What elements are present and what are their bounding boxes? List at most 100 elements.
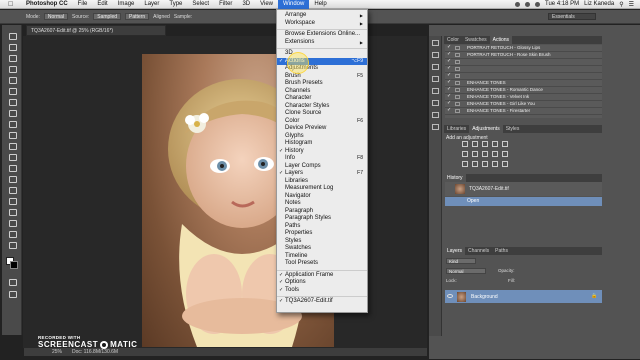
menu-file[interactable]: File (73, 0, 93, 9)
menu-item-tools[interactable]: ✓ Tools (277, 287, 367, 295)
pen-tool-icon[interactable] (7, 185, 17, 194)
curves-icon[interactable] (482, 141, 488, 147)
eraser-tool-icon[interactable] (7, 141, 17, 150)
menu-item-paths[interactable]: Paths (277, 223, 367, 231)
threshold-icon[interactable] (482, 161, 488, 167)
source-sampled-radio[interactable]: Sampled (93, 13, 121, 20)
menu-item-brush-presets[interactable]: Brush Presets (277, 80, 367, 88)
quick-select-tool-icon[interactable] (7, 64, 17, 73)
list-icon[interactable]: ☰ (629, 1, 634, 8)
screen-mode-icon[interactable] (7, 289, 17, 298)
menu-item-brush[interactable]: Brush F5 (277, 73, 367, 81)
posterize-icon[interactable] (472, 161, 478, 167)
menu-item-timeline[interactable]: Timeline (277, 253, 367, 261)
menu-image[interactable]: Image (113, 0, 140, 9)
menu-item-swatches[interactable]: Swatches (277, 245, 367, 253)
list-item[interactable]: ✓ ENHANCE TONES - Velvet Ink (445, 94, 602, 101)
gradient-tool-icon[interactable] (7, 152, 17, 161)
gradient-map-icon[interactable] (492, 161, 498, 167)
panel-icon-8[interactable] (432, 124, 439, 130)
list-item[interactable]: ✓ ENHANCE TONES - Girl Like You (445, 101, 602, 108)
levels-icon[interactable] (472, 141, 478, 147)
menu-type[interactable]: Type (164, 0, 187, 9)
layer-row-background[interactable]: Background 🔒 (445, 290, 602, 303)
menu-item-workspace[interactable]: Workspace ▶ (277, 20, 367, 28)
tab-history[interactable]: History (444, 174, 466, 182)
menu-item-character-styles[interactable]: Character Styles (277, 103, 367, 111)
zoom-tool-icon[interactable] (7, 240, 17, 249)
menu-item-histogram[interactable]: Histogram (277, 140, 367, 148)
menu-item-paragraph[interactable]: Paragraph (277, 208, 367, 216)
list-item[interactable]: ✓ (445, 73, 602, 80)
list-item[interactable]: ✓ ENHANCE TONES - Firestarter (445, 108, 602, 115)
apple-menu-icon[interactable]:  (8, 1, 15, 8)
source-pattern-radio[interactable]: Pattern (125, 13, 150, 20)
menu-help[interactable]: Help (309, 0, 331, 9)
battery-icon[interactable] (535, 1, 541, 7)
menu-item-layer-comps[interactable]: Layer Comps (277, 163, 367, 171)
clone-stamp-tool-icon[interactable] (7, 119, 17, 128)
shape-tool-icon[interactable] (7, 218, 17, 227)
tray-icon[interactable] (515, 1, 521, 7)
menu-item-arrange[interactable]: Arrange ▶ (277, 12, 367, 20)
menu-item-libraries[interactable]: Libraries (277, 178, 367, 186)
color-balance-icon[interactable] (472, 151, 478, 157)
history-brush-tool-icon[interactable] (7, 130, 17, 139)
panel-icon-1[interactable] (432, 40, 439, 46)
menu-item-measurement-log[interactable]: Measurement Log (277, 185, 367, 193)
lasso-tool-icon[interactable] (7, 53, 17, 62)
panel-icon-7[interactable] (432, 112, 439, 118)
hand-tool-icon[interactable] (7, 229, 17, 238)
menu-item-navigator[interactable]: Navigator (277, 193, 367, 201)
menu-item-tq3a2607-edit-tif[interactable]: ✓ TQ3A2607-Edit.tif (277, 298, 367, 306)
brush-tool-icon[interactable] (7, 108, 17, 117)
menu-item-properties[interactable]: Properties (277, 230, 367, 238)
menu-3d[interactable]: 3D (237, 0, 255, 9)
clock[interactable]: Tue 4:18 PM (545, 1, 579, 7)
channel-mixer-icon[interactable] (502, 151, 508, 157)
quick-mask-icon[interactable] (7, 277, 17, 286)
list-item[interactable]: ✓ (445, 66, 602, 73)
background-color-swatch[interactable] (10, 261, 18, 269)
menu-app[interactable]: Photoshop CC (21, 0, 73, 9)
dodge-tool-icon[interactable] (7, 174, 17, 183)
panel-icon-6[interactable] (432, 100, 439, 106)
exposure-icon[interactable] (492, 141, 498, 147)
menu-item-application-frame[interactable]: ✓ Application Frame (277, 272, 367, 280)
history-state-open[interactable]: Open (445, 197, 602, 206)
marquee-tool-icon[interactable] (7, 42, 17, 51)
panel-icon-2[interactable] (432, 52, 439, 58)
eyedropper-tool-icon[interactable] (7, 86, 17, 95)
menu-item-options[interactable]: ✓ Options (277, 279, 367, 287)
tab-actions[interactable]: Actions (489, 36, 513, 44)
menu-item-info[interactable]: Info F8 (277, 155, 367, 163)
doc-size[interactable]: Doc: 116.8M/130.6M (72, 348, 118, 356)
menu-view[interactable]: View (255, 0, 278, 9)
crop-tool-icon[interactable] (7, 75, 17, 84)
tab-libraries[interactable]: Libraries (444, 125, 469, 133)
menu-filter[interactable]: Filter (214, 0, 237, 9)
invert-icon[interactable] (462, 161, 468, 167)
menu-select[interactable]: Select (187, 0, 214, 9)
menu-item-browse-extensions-online[interactable]: Browse Extensions Online... (277, 31, 367, 39)
menu-edit[interactable]: Edit (92, 0, 112, 9)
tab-adjustments[interactable]: Adjustments (469, 125, 503, 133)
user-name[interactable]: Liz Kaneda (584, 1, 614, 7)
list-item[interactable]: ✓ ENHANCE TONES (445, 80, 602, 87)
tab-styles[interactable]: Styles (503, 125, 523, 133)
path-select-tool-icon[interactable] (7, 207, 17, 216)
workspace-select[interactable]: Essentials (548, 13, 596, 20)
tab-paths[interactable]: Paths (492, 247, 511, 255)
move-tool-icon[interactable] (7, 31, 17, 40)
menu-item-layers[interactable]: ✓ Layers F7 (277, 170, 367, 178)
photo-filter-icon[interactable] (492, 151, 498, 157)
list-item[interactable]: ✓ PORTRAIT RETOUCH - Rose Skin Brush (445, 52, 602, 59)
panel-icon-5[interactable] (432, 88, 439, 94)
menu-item-tool-presets[interactable]: Tool Presets (277, 260, 367, 268)
list-item[interactable]: ✓ (445, 59, 602, 66)
black-white-icon[interactable] (482, 151, 488, 157)
tab-swatches[interactable]: Swatches (462, 36, 490, 44)
panel-icon-4[interactable] (432, 76, 439, 82)
menu-layer[interactable]: Layer (139, 0, 164, 9)
menu-item-channels[interactable]: Channels (277, 88, 367, 96)
